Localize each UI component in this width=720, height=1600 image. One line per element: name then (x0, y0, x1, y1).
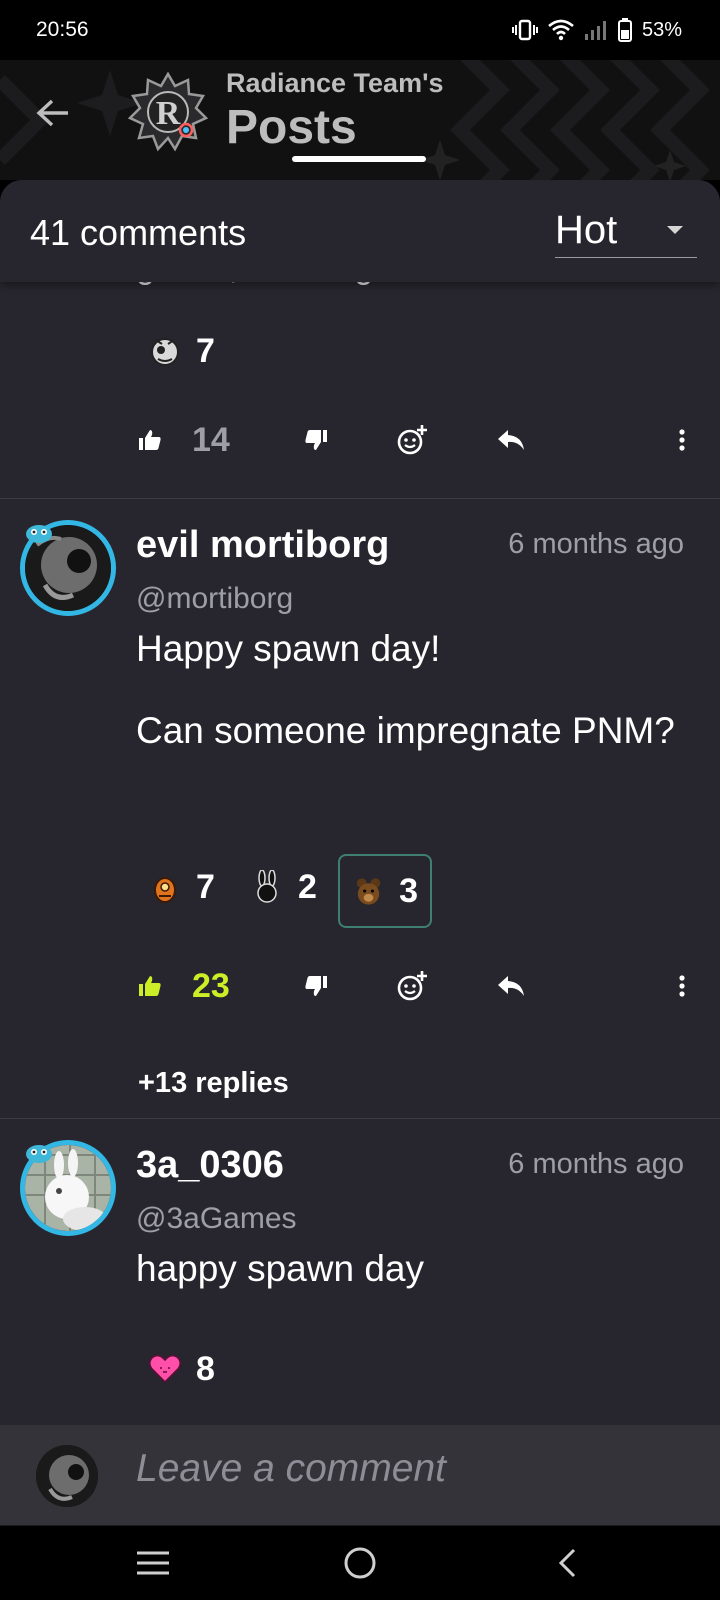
more-options-button[interactable] (678, 956, 686, 1016)
reaction-chip-selected[interactable]: 3 (338, 854, 432, 928)
recent-apps-button[interactable] (128, 1540, 178, 1586)
comment-item: 3a_0306 6 months ago @3aGames happy spaw… (0, 1118, 720, 1418)
menu-icon (137, 1551, 169, 1575)
timestamp: 6 months ago (508, 528, 684, 560)
user-handle: @mortiborg (136, 582, 294, 615)
current-user-avatar-image (36, 1445, 98, 1507)
reaction-count: 3 (399, 871, 418, 910)
reaction-count: 8 (196, 1349, 215, 1388)
page-title: Posts (226, 101, 357, 154)
system-nav-bar (0, 1525, 720, 1600)
add-reaction-button[interactable] (396, 956, 428, 1016)
thumbs-up-icon (139, 976, 161, 996)
upvote-count: 14 (192, 420, 230, 459)
reply-icon (498, 976, 524, 996)
comment-actions: 23 (0, 956, 720, 1016)
bear-emoji-icon (356, 878, 381, 905)
system-back-button[interactable] (542, 1540, 592, 1586)
comment-actions: 14 (0, 410, 720, 470)
downvote-button[interactable] (304, 956, 328, 1016)
avatar (36, 1445, 98, 1507)
pink-heart-emoji-icon (148, 1354, 182, 1384)
reaction-count: 2 (298, 867, 317, 906)
chevron-left-icon (558, 1548, 576, 1578)
battery-percent: 53% (641, 18, 682, 41)
thumbs-down-icon (305, 976, 327, 996)
status-icons: 53% (511, 18, 682, 42)
mortiborg-emoji-icon (151, 338, 179, 366)
timestamp: 6 months ago (508, 1148, 684, 1180)
battery-icon (617, 18, 632, 42)
comment-body: Happy spawn day! Can someone impregnate … (136, 618, 696, 762)
home-circle-icon (344, 1547, 376, 1579)
reaction-chip[interactable]: 7 (136, 318, 227, 384)
badge-icon (26, 1145, 52, 1163)
reaction-chip[interactable]: 8 (136, 1336, 227, 1402)
status-time: 20:56 (36, 18, 89, 41)
comment-input[interactable]: Leave a comment (136, 1447, 446, 1491)
sort-value: Hot (555, 208, 618, 252)
vibrate-icon (511, 19, 538, 41)
back-button[interactable] (30, 90, 76, 136)
reply-icon (498, 430, 524, 450)
add-reaction-button[interactable] (396, 410, 428, 470)
app-header: R Radiance Team's Posts (0, 60, 720, 180)
username[interactable]: 3a_0306 (136, 1144, 284, 1187)
bunny-emoji-icon (257, 870, 277, 903)
home-button[interactable] (335, 1540, 385, 1586)
view-replies-link[interactable]: +13 replies (138, 1067, 289, 1100)
team-name: Radiance Team's (226, 68, 444, 98)
reaction-count: 7 (196, 867, 215, 906)
comment-paragraph: happy spawn day (136, 1248, 424, 1289)
more-options-button[interactable] (678, 410, 686, 470)
chevron-down-icon (667, 226, 683, 234)
comment-item: evil mortiborg 6 months ago @mortiborg H… (0, 498, 720, 1118)
upvote-button[interactable]: 23 (138, 956, 230, 1016)
wifi-icon (548, 19, 574, 41)
orange-creature-emoji-icon (154, 877, 176, 903)
more-vertical-icon (679, 429, 685, 451)
thumbs-down-icon (305, 430, 327, 450)
reaction-chip[interactable]: 2 (238, 854, 329, 920)
reply-button[interactable] (496, 410, 526, 470)
comment-body: happy spawn day (136, 1238, 696, 1300)
arrow-left-icon (36, 99, 68, 127)
add-emoji-icon (397, 971, 427, 1001)
user-handle: @3aGames (136, 1202, 297, 1235)
status-bar: 20:56 53% (0, 0, 720, 60)
comments-sheet: 41 comments Hot g , g 7 14 (0, 180, 720, 1525)
signal-icon (584, 21, 606, 40)
comment-paragraph: Happy spawn day! (136, 628, 441, 669)
thumbs-up-icon (139, 430, 161, 450)
reaction-count: 7 (196, 331, 215, 370)
downvote-button[interactable] (304, 410, 328, 470)
upvote-count: 23 (192, 966, 230, 1005)
username[interactable]: evil mortiborg (136, 524, 389, 567)
reaction-chip[interactable]: 7 (136, 854, 227, 920)
comment-count: 41 comments (30, 212, 247, 253)
badge-icon (26, 525, 52, 543)
more-vertical-icon (679, 975, 685, 997)
sort-dropdown[interactable]: Hot (555, 204, 697, 258)
comment-composer[interactable]: Leave a comment (0, 1425, 720, 1525)
add-emoji-icon (397, 425, 427, 455)
active-tab-indicator (292, 156, 426, 162)
reply-button[interactable] (496, 956, 526, 1016)
svg-text:R: R (156, 95, 181, 132)
upvote-button[interactable]: 14 (138, 410, 230, 470)
comment-paragraph: Can someone impregnate PNM? (136, 710, 675, 751)
team-logo: R (128, 72, 208, 152)
comments-header: 41 comments Hot (0, 180, 720, 282)
